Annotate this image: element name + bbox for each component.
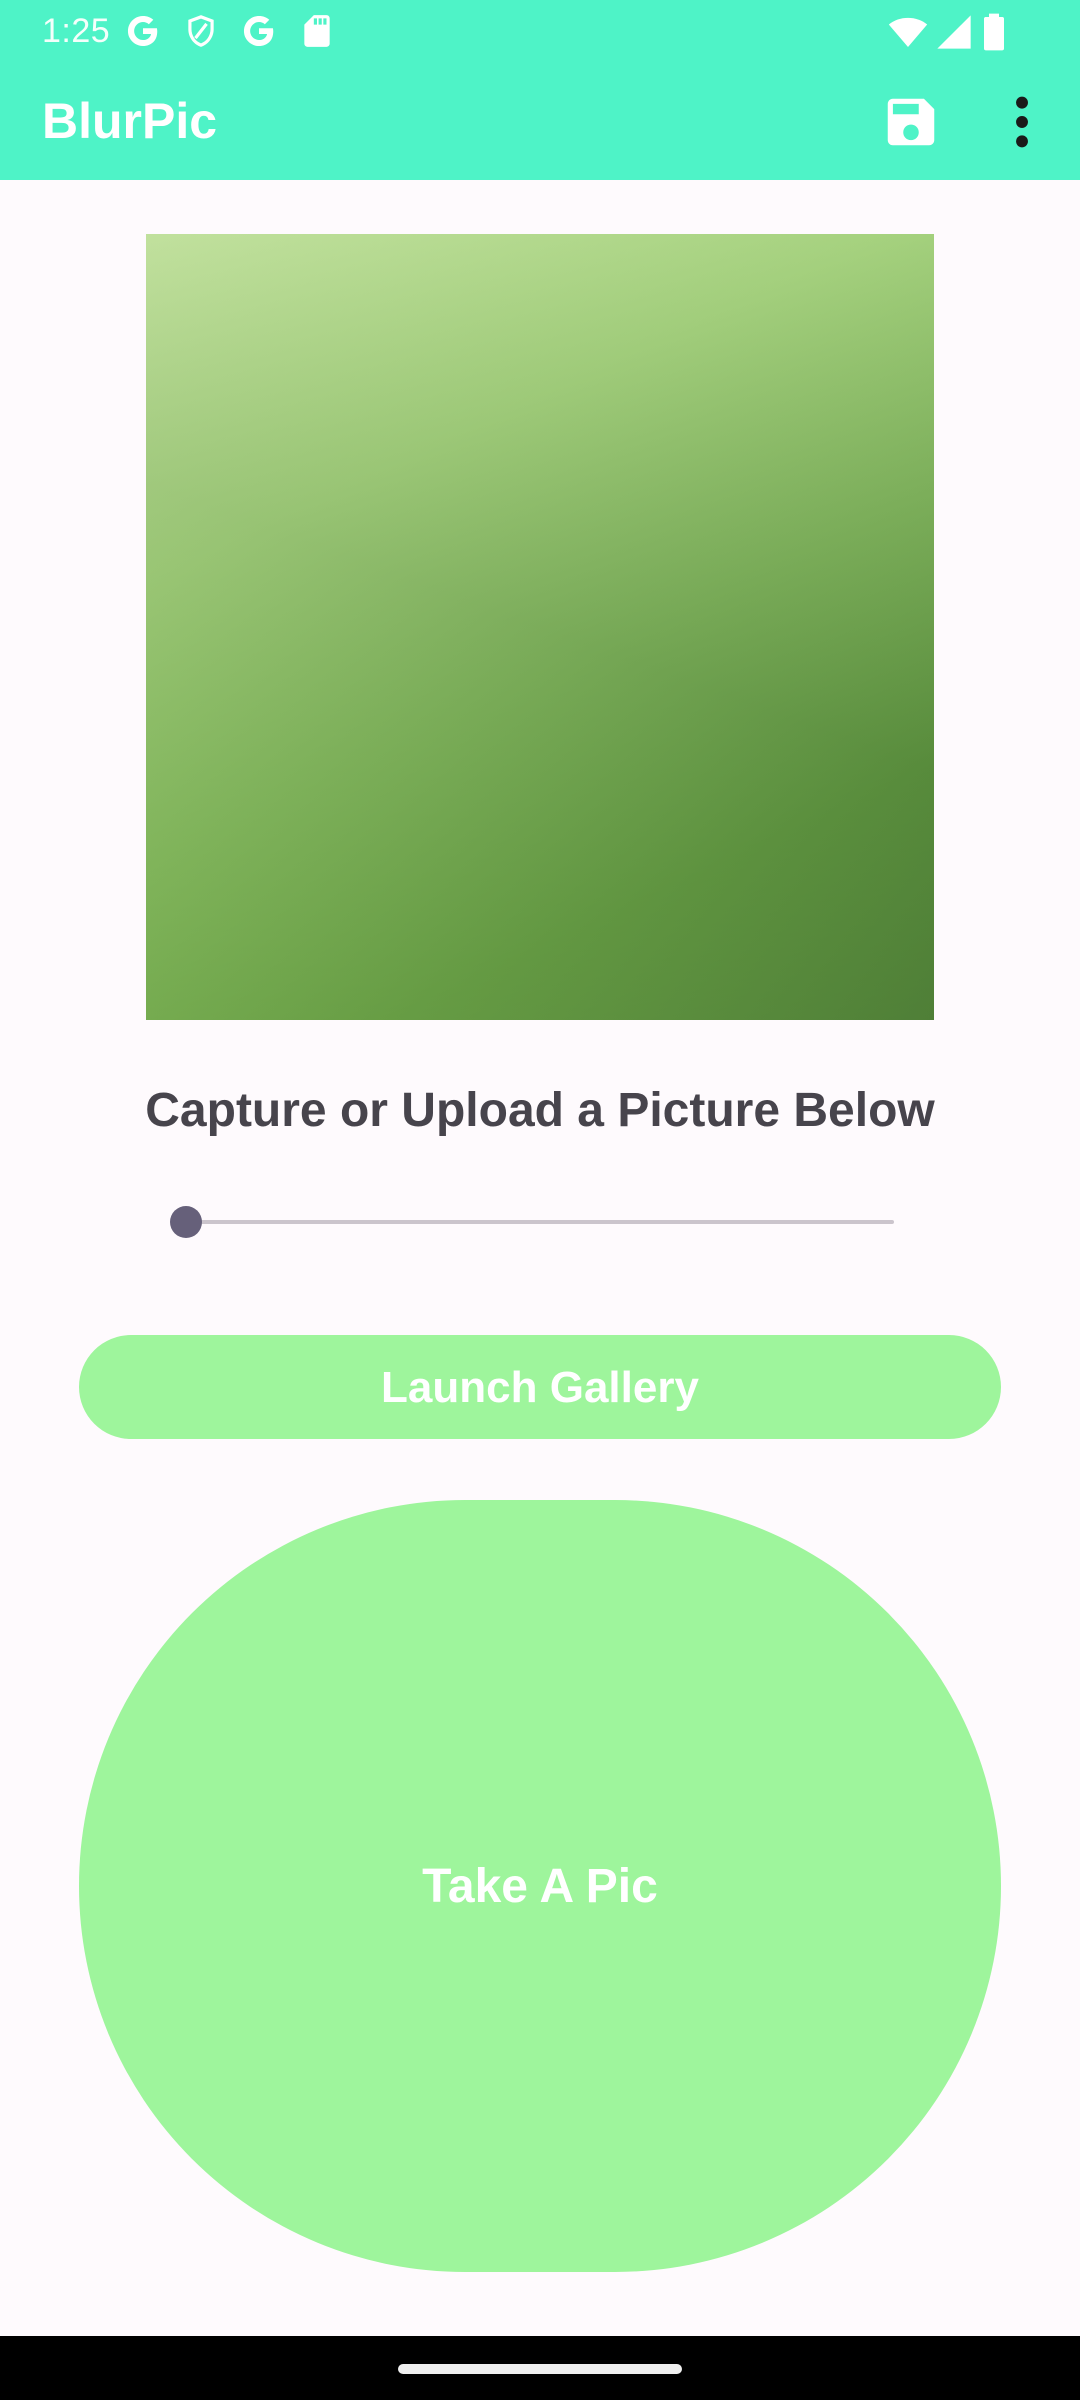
take-a-pic-button[interactable]: Take A Pic [79, 1500, 1001, 2272]
battery-icon [984, 13, 1004, 51]
app-title: BlurPic [42, 93, 218, 149]
instruction-caption: Capture or Upload a Picture Below [145, 1084, 935, 1137]
status-time: 1:25 [42, 12, 111, 50]
save-icon[interactable] [876, 91, 946, 153]
slider-thumb[interactable] [170, 1206, 202, 1238]
blur-slider[interactable] [170, 1200, 894, 1244]
shield-icon [188, 15, 214, 47]
navigation-bar [0, 2336, 1080, 2400]
status-bar: 1:25 [0, 0, 1080, 63]
cell-signal-icon [937, 15, 971, 49]
home-gesture-handle[interactable] [398, 2364, 682, 2374]
more-vert-icon[interactable] [1000, 91, 1044, 153]
sd-card-icon [304, 15, 330, 47]
slider-track[interactable] [186, 1220, 894, 1224]
app-screen: 1:25 BlurPic Capture or Upload a Picture… [0, 0, 1080, 2400]
launch-gallery-button[interactable]: Launch Gallery [79, 1335, 1001, 1439]
image-preview [146, 234, 934, 1020]
image-preview-shade [146, 234, 934, 1020]
google-g-icon [243, 15, 274, 47]
google-g-icon [127, 15, 158, 47]
app-bar: BlurPic [0, 63, 1080, 180]
wifi-icon [888, 17, 928, 47]
